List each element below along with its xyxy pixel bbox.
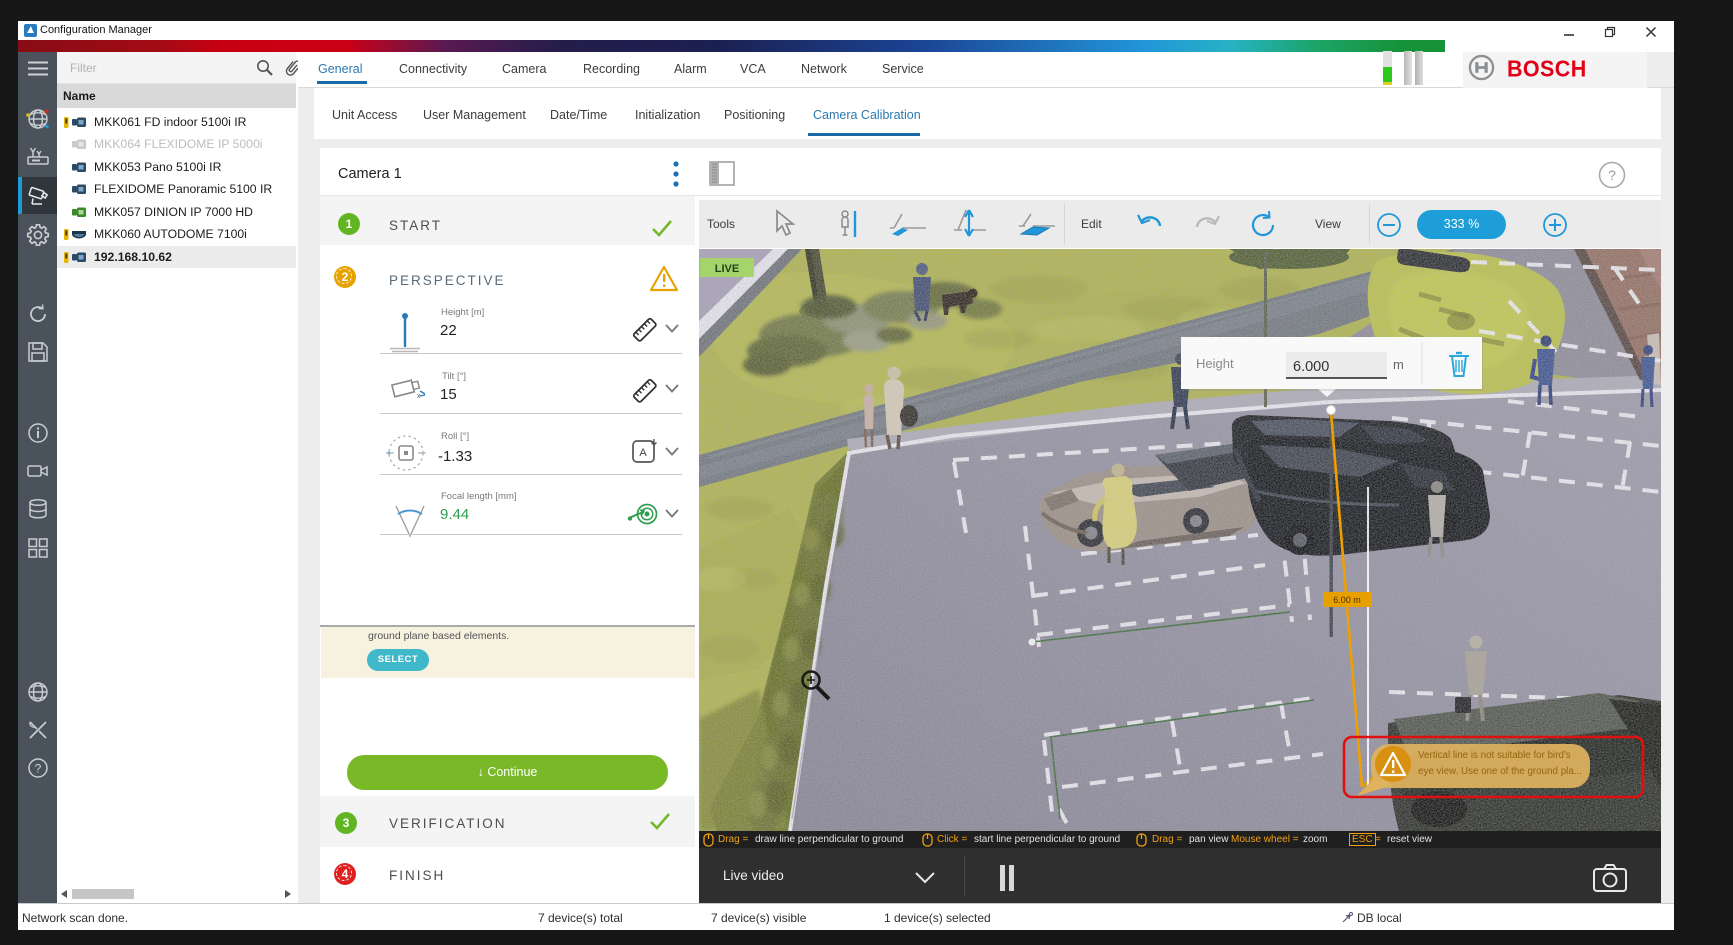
svg-text:m: m (1393, 357, 1404, 372)
svg-text:eye view. Use one of the groun: eye view. Use one of the ground pla... (1418, 766, 1582, 777)
svg-text:x: x (417, 393, 421, 400)
svg-text:6.00 m: 6.00 m (1333, 595, 1361, 605)
svg-text:?: ? (1608, 167, 1616, 183)
svg-text:Vertical line is not suitable: Vertical line is not suitable for bird's (1418, 750, 1571, 761)
svg-text:Height: Height (1196, 356, 1234, 371)
svg-text:6.000: 6.000 (1293, 359, 1329, 375)
svg-text:LIVE: LIVE (715, 263, 739, 275)
svg-text:A: A (639, 447, 647, 459)
svg-text:?: ? (35, 762, 42, 776)
